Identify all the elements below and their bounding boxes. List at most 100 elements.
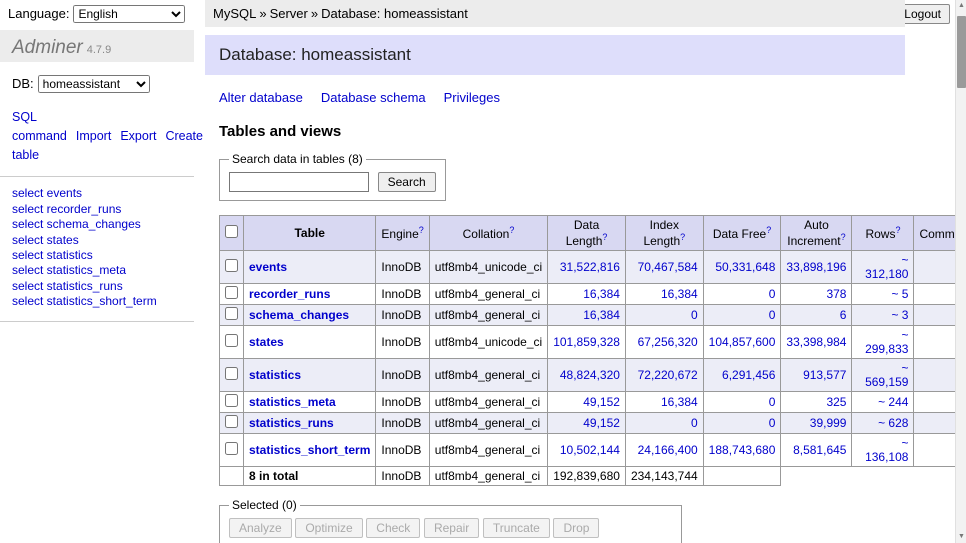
app-name[interactable]: Adminer (12, 37, 83, 58)
help-link[interactable]: ? (419, 225, 424, 235)
rows-count-link[interactable]: ~ 5 (891, 287, 908, 301)
rows-count-link[interactable]: ~ 244 (878, 395, 908, 409)
select-statistics-short-term-link[interactable]: select statistics_short_term (12, 294, 182, 309)
row-checkbox-statistics-meta[interactable] (225, 394, 238, 407)
data-length-link[interactable]: 16,384 (583, 287, 620, 301)
main-content: MySQL»Server»Database: homeassistant Dat… (205, 0, 905, 543)
data-free-link[interactable]: 0 (769, 287, 776, 301)
table-row: eventsInnoDButf8mb4_unicode_ci31,522,816… (220, 251, 966, 284)
database-schema-link[interactable]: Database schema (321, 90, 426, 105)
data-free-link[interactable]: 188,743,680 (709, 443, 776, 457)
data-free-link[interactable]: 6,291,456 (722, 368, 775, 382)
rows-count-link[interactable]: ~ 312,180 (865, 253, 908, 281)
table-link-schema-changes[interactable]: schema_changes (249, 308, 349, 322)
privileges-link[interactable]: Privileges (444, 90, 500, 105)
rows-count-link[interactable]: ~ 136,108 (865, 436, 908, 464)
select-statistics-link[interactable]: select statistics (12, 248, 182, 263)
data-free-link[interactable]: 50,331,648 (715, 260, 775, 274)
help-link[interactable]: ? (841, 232, 846, 242)
alter-database-link[interactable]: Alter database (219, 90, 303, 105)
table-link-events[interactable]: events (249, 260, 287, 274)
table-row: recorder_runsInnoDButf8mb4_general_ci16,… (220, 284, 966, 305)
auto-increment-link[interactable]: 325 (826, 395, 846, 409)
scroll-up-arrow[interactable]: ▲ (956, 0, 966, 12)
index-length-link[interactable]: 16,384 (661, 287, 698, 301)
table-link-statistics-meta[interactable]: statistics_meta (249, 395, 336, 409)
rows-count-link[interactable]: ~ 3 (891, 308, 908, 322)
select-all-checkbox[interactable] (225, 225, 238, 238)
data-length-link[interactable]: 10,502,144 (560, 443, 620, 457)
table-link-recorder-runs[interactable]: recorder_runs (249, 287, 330, 301)
rows-count-cell: ~ 136,108 (852, 434, 914, 467)
select-statistics-meta-link[interactable]: select statistics_meta (12, 263, 182, 278)
search-button[interactable]: Search (378, 172, 436, 192)
data-length-link[interactable]: 101,859,328 (553, 335, 620, 349)
db-select[interactable]: homeassistant (38, 75, 150, 93)
select-states-link[interactable]: select states (12, 233, 182, 248)
sidebar-action-sql-command[interactable]: SQL command (12, 110, 67, 143)
engine-cell: InnoDB (376, 305, 429, 326)
data-length-link[interactable]: 49,152 (583, 416, 620, 430)
index-length-link[interactable]: 0 (691, 308, 698, 322)
data-length-link[interactable]: 16,384 (583, 308, 620, 322)
select-statistics-runs-link[interactable]: select statistics_runs (12, 279, 182, 294)
breadcrumb-server[interactable]: Server (270, 6, 308, 21)
scroll-thumb[interactable] (957, 16, 966, 88)
row-checkbox-states[interactable] (225, 334, 238, 347)
row-checkbox-statistics-runs[interactable] (225, 415, 238, 428)
language-select[interactable]: English (73, 5, 185, 23)
rows-count-link[interactable]: ~ 299,833 (865, 328, 908, 356)
index-length-link[interactable]: 16,384 (661, 395, 698, 409)
search-input[interactable] (229, 172, 369, 192)
row-checkbox-schema-changes[interactable] (225, 307, 238, 320)
rows-count-link[interactable]: ~ 569,159 (865, 361, 908, 389)
data-length-link[interactable]: 49,152 (583, 395, 620, 409)
auto-increment-link[interactable]: 33,898,196 (786, 260, 846, 274)
help-link[interactable]: ? (895, 225, 900, 235)
select-schema-changes-link[interactable]: select schema_changes (12, 217, 182, 232)
index-length-link[interactable]: 67,256,320 (638, 335, 698, 349)
select-recorder-runs-link[interactable]: select recorder_runs (12, 202, 182, 217)
sidebar-action-export[interactable]: Export (120, 129, 156, 143)
auto-increment-link[interactable]: 39,999 (810, 416, 847, 430)
breadcrumb-mysql[interactable]: MySQL (213, 6, 256, 21)
help-link[interactable]: ? (509, 225, 514, 235)
index-length-cell: 70,467,584 (625, 251, 703, 284)
table-link-states[interactable]: states (249, 335, 284, 349)
select-events-link[interactable]: select events (12, 186, 182, 201)
scrollbar[interactable]: ▲ ▼ (955, 0, 966, 543)
table-link-statistics-runs[interactable]: statistics_runs (249, 416, 334, 430)
rows-count-link[interactable]: ~ 628 (878, 416, 908, 430)
index-length-link[interactable]: 72,220,672 (638, 368, 698, 382)
table-row: statistics_runsInnoDButf8mb4_general_ci4… (220, 413, 966, 434)
rows-count-cell: ~ 244 (852, 392, 914, 413)
help-link[interactable]: ? (602, 232, 607, 242)
data-free-link[interactable]: 0 (769, 416, 776, 430)
auto-increment-link[interactable]: 378 (826, 287, 846, 301)
scroll-down-arrow[interactable]: ▼ (956, 531, 966, 543)
page-links: Alter database Database schema Privileges (219, 90, 905, 105)
auto-increment-link[interactable]: 6 (840, 308, 847, 322)
data-length-link[interactable]: 48,824,320 (560, 368, 620, 382)
row-checkbox-statistics[interactable] (225, 367, 238, 380)
app-version[interactable]: 4.7.9 (87, 44, 111, 56)
row-checkbox-recorder-runs[interactable] (225, 286, 238, 299)
auto-increment-link[interactable]: 913,577 (803, 368, 846, 382)
index-length-link[interactable]: 0 (691, 416, 698, 430)
auto-increment-link[interactable]: 33,398,984 (786, 335, 846, 349)
row-checkbox-statistics-short-term[interactable] (225, 442, 238, 455)
index-length-link[interactable]: 70,467,584 (638, 260, 698, 274)
help-link[interactable]: ? (766, 225, 771, 235)
help-link[interactable]: ? (680, 232, 685, 242)
auto-increment-link[interactable]: 8,581,645 (793, 443, 846, 457)
data-length-link[interactable]: 31,522,816 (560, 260, 620, 274)
total-data-length-cell: 192,839,680 (548, 467, 626, 486)
table-link-statistics[interactable]: statistics (249, 368, 301, 382)
index-length-link[interactable]: 24,166,400 (638, 443, 698, 457)
data-free-link[interactable]: 104,857,600 (709, 335, 776, 349)
data-free-link[interactable]: 0 (769, 395, 776, 409)
row-checkbox-events[interactable] (225, 259, 238, 272)
table-link-statistics-short-term[interactable]: statistics_short_term (249, 443, 370, 457)
sidebar-action-import[interactable]: Import (76, 129, 111, 143)
data-free-link[interactable]: 0 (769, 308, 776, 322)
